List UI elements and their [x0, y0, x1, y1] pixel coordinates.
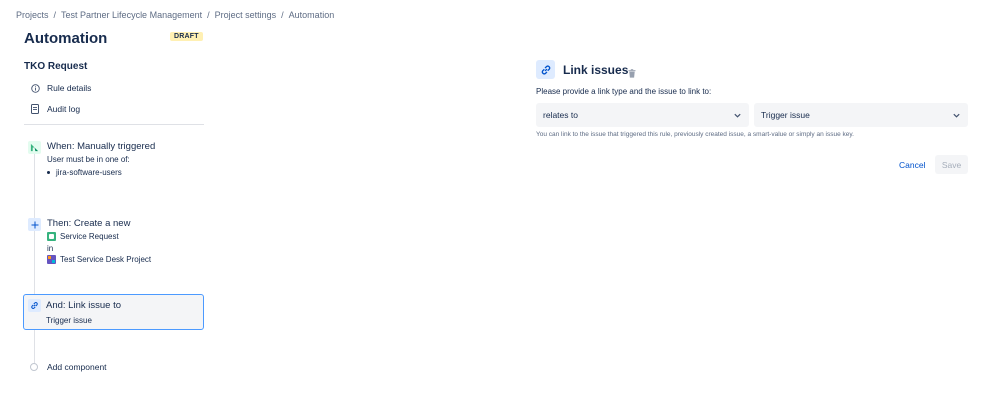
audit-log-label: Audit log [47, 104, 81, 114]
link-issues-icon [536, 60, 555, 79]
breadcrumb: Projects / Test Partner Lifecycle Manageme… [16, 10, 334, 20]
trigger-group: jira-software-users [56, 168, 122, 177]
breadcrumb-projects[interactable]: Projects [16, 10, 49, 20]
divider [24, 124, 204, 125]
audit-log-link[interactable]: Audit log [30, 104, 80, 114]
rule-details-link[interactable]: Rule details [30, 83, 91, 93]
issue-target-value: Trigger issue [761, 110, 810, 120]
breadcrumb-project-settings[interactable]: Project settings [215, 10, 277, 20]
breadcrumb-separator: / [53, 10, 57, 20]
add-component-button[interactable]: Add component [47, 362, 107, 372]
link-icon [28, 299, 41, 312]
trigger-group-item: jira-software-users [47, 168, 122, 177]
trigger-icon [28, 141, 41, 154]
service-request-icon [47, 232, 56, 241]
rule-details-label: Rule details [47, 83, 92, 93]
rule-name: TKO Request [24, 61, 88, 72]
breadcrumb-separator: / [281, 10, 284, 20]
link-target: Trigger issue [46, 316, 92, 325]
helper-text: You can link to the issue that triggered… [536, 131, 854, 138]
link-type-select[interactable]: relates to [536, 103, 749, 127]
project-avatar-icon [47, 255, 56, 264]
breadcrumb-automation[interactable]: Automation [289, 10, 335, 20]
draft-badge: DRAFT [170, 32, 203, 41]
issue-type-row: Service Request [47, 232, 119, 241]
trigger-component[interactable]: When: Manually triggered User must be in… [24, 139, 204, 181]
chevron-down-icon [952, 111, 961, 122]
breadcrumb-project[interactable]: Test Partner Lifecycle Management [61, 10, 202, 20]
issue-target-select[interactable]: Trigger issue [754, 103, 968, 127]
chevron-down-icon [733, 111, 742, 122]
trigger-title: When: Manually triggered [47, 141, 156, 152]
action-title: Then: Create a new [47, 218, 131, 229]
project-row: Test Service Desk Project [47, 255, 151, 264]
project-label: Test Service Desk Project [60, 255, 152, 264]
link-type-value: relates to [543, 110, 578, 120]
create-issue-component[interactable]: Then: Create a new Service Request in Te… [24, 216, 204, 268]
plus-icon [28, 218, 41, 231]
in-label: in [47, 244, 54, 253]
panel-title: Link issues [563, 63, 629, 77]
link-issue-component[interactable]: And: Link issue to Trigger issue [23, 294, 204, 330]
page-title: Automation [24, 30, 108, 47]
bullet-icon [47, 171, 50, 174]
link-title: And: Link issue to [46, 300, 121, 311]
document-icon [30, 104, 40, 114]
panel-description: Please provide a link type and the issue… [536, 87, 712, 96]
add-component-dot [30, 363, 38, 371]
delete-icon[interactable] [628, 65, 636, 83]
info-icon [30, 83, 40, 93]
issue-type-label: Service Request [60, 232, 119, 241]
trigger-condition: User must be in one of: [47, 155, 130, 164]
breadcrumb-separator: / [207, 10, 210, 20]
save-button[interactable]: Save [935, 155, 968, 174]
cancel-button[interactable]: Cancel [893, 155, 931, 174]
